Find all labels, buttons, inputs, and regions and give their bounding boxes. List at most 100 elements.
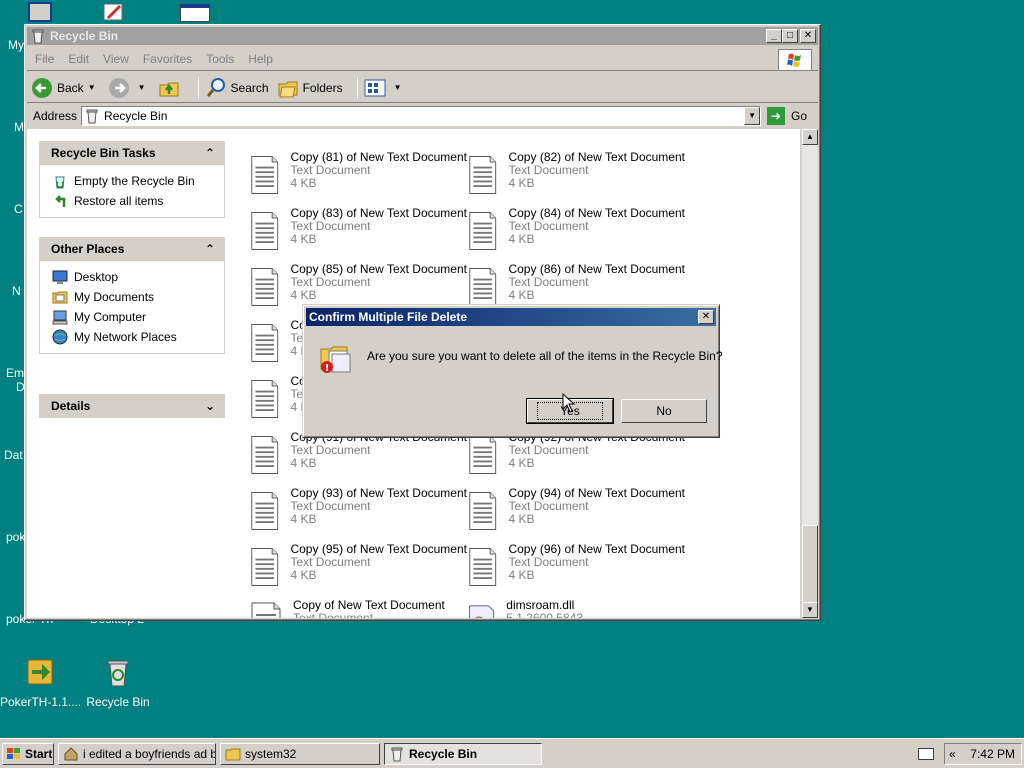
desktop-label-fragment: pok: [6, 530, 26, 544]
desktop-icon-fragment[interactable]: [28, 2, 52, 22]
panel-header[interactable]: Details ⌄: [39, 394, 225, 418]
desktop-label-fragment: Em: [6, 366, 24, 380]
file-item[interactable]: Copy (91) of New Text DocumentText Docum…: [249, 431, 467, 483]
text-document-icon: [469, 492, 497, 530]
no-button[interactable]: No: [621, 399, 707, 423]
panel-title: Recycle Bin Tasks: [51, 146, 156, 160]
folders-label: Folders: [302, 80, 343, 95]
scroll-up-button[interactable]: ▲: [802, 129, 818, 145]
menu-edit[interactable]: Edit: [68, 52, 89, 66]
collapse-chevron-icon[interactable]: ⌃: [205, 242, 215, 256]
tray-expand-icon[interactable]: «: [949, 747, 956, 761]
desktop-icon-fragment[interactable]: [180, 4, 210, 22]
file-type: 5.1.2600.5843: [506, 611, 584, 619]
confirm-delete-dialog: Confirm Multiple File Delete ✕ ! Are you…: [302, 304, 723, 438]
desktop-icon-recycle-bin[interactable]: Recycle Bin: [78, 656, 158, 709]
address-dropdown-icon[interactable]: ▼: [744, 107, 761, 125]
taskbar-item-recycle-bin[interactable]: Recycle Bin: [384, 743, 542, 765]
folders-icon: [278, 81, 298, 97]
keyboard-icon[interactable]: [918, 748, 934, 760]
task-pane: Recycle Bin Tasks ⌃ Empty the Recycle Bi…: [27, 129, 237, 618]
scroll-thumb[interactable]: [802, 525, 818, 603]
file-item[interactable]: dimsroam.dll5.1.2600.5843Key Roaming DIM…: [467, 599, 685, 618]
file-size: 4 KB: [290, 512, 317, 526]
menu-favorites[interactable]: Favorites: [143, 52, 192, 66]
forward-dropdown-icon[interactable]: ▼: [138, 83, 146, 92]
maximize-button[interactable]: □: [782, 29, 798, 43]
desktop-link[interactable]: Desktop: [52, 267, 224, 287]
file-item[interactable]: Copy (82) of New Text Document Text Docum…: [467, 151, 685, 203]
text-document-icon: [251, 268, 279, 306]
address-input[interactable]: Recycle Bin ▼: [81, 106, 762, 126]
dialog-titlebar[interactable]: Confirm Multiple File Delete ✕: [306, 308, 716, 326]
file-type: Text Document: [290, 555, 371, 569]
file-size: 4 KB: [508, 288, 535, 302]
file-item[interactable]: Copy of New Text DocumentText Document4 …: [249, 599, 467, 618]
file-item[interactable]: Copy (93) of New Text Document Text Docum…: [249, 487, 467, 539]
views-button[interactable]: ▼: [364, 79, 406, 97]
panel-header[interactable]: Other Places ⌃: [39, 237, 225, 261]
file-type: Text Document: [508, 275, 589, 289]
file-item[interactable]: Copy (94) of New Text Document Text Docum…: [467, 487, 685, 539]
clock[interactable]: 7:42 PM: [970, 747, 1015, 761]
scroll-down-button[interactable]: ▼: [802, 602, 818, 618]
text-document-icon: [251, 156, 279, 194]
taskbar-item-browser[interactable]: i edited a boyfriends ad b...: [58, 743, 216, 765]
menu-help[interactable]: Help: [248, 52, 273, 66]
search-button[interactable]: Search: [205, 77, 269, 99]
menu-view[interactable]: View: [103, 52, 129, 66]
back-dropdown-icon[interactable]: ▼: [88, 83, 96, 92]
collapse-chevron-icon[interactable]: ⌃: [205, 146, 215, 160]
taskbar: Start i edited a boyfriends ad b... syst…: [0, 738, 1024, 768]
my-documents-link[interactable]: My Documents: [52, 287, 224, 307]
minimize-button[interactable]: _: [766, 29, 782, 43]
file-item[interactable]: Copy (84) of New Text Document Text Docum…: [467, 207, 685, 259]
text-document-icon: [469, 436, 497, 474]
file-item[interactable]: Copy (81) of New Text Document Text Docum…: [249, 151, 467, 203]
dialog-close-button[interactable]: ✕: [698, 310, 714, 324]
file-item[interactable]: Copy (96) of New Text Document Text Docum…: [467, 543, 685, 595]
expand-chevron-icon[interactable]: ⌄: [205, 399, 215, 413]
dialog-title: Confirm Multiple File Delete: [309, 310, 468, 324]
menu-tools[interactable]: Tools: [206, 52, 234, 66]
close-button[interactable]: ✕: [800, 29, 816, 43]
recycle-bin-icon: [107, 660, 129, 687]
folder-icon: [225, 748, 241, 761]
file-size: 4 KB: [290, 288, 317, 302]
start-label: Start: [25, 747, 53, 761]
start-button[interactable]: Start: [2, 743, 54, 765]
file-size: 4 KB: [290, 456, 317, 470]
restore-all-link[interactable]: Restore all items: [52, 191, 224, 211]
file-item[interactable]: Copy (95) of New Text Document Text Docum…: [249, 543, 467, 595]
file-size: 4 KB: [290, 568, 317, 582]
mouse-cursor-icon: [562, 393, 576, 413]
desktop-icon: [52, 270, 68, 284]
desktop-icon-fragment[interactable]: [102, 2, 126, 22]
panel-header[interactable]: Recycle Bin Tasks ⌃: [39, 141, 225, 165]
file-item[interactable]: Copy (83) of New Text Document Text Docum…: [249, 207, 467, 259]
toolbar: Back ▼ ▼ Search Folders ▼: [27, 73, 818, 103]
my-network-places-link[interactable]: My Network Places: [52, 327, 224, 347]
go-button[interactable]: ➜ Go: [767, 107, 807, 125]
taskbar-item-system32[interactable]: system32: [220, 743, 380, 765]
folders-button[interactable]: Folders: [277, 77, 343, 99]
up-folder-button[interactable]: [158, 77, 184, 99]
forward-button[interactable]: ▼: [108, 77, 150, 99]
window-titlebar[interactable]: Recycle Bin _ □ ✕: [27, 27, 818, 45]
file-item[interactable]: Copy (92) of New Text DocumentText Docum…: [467, 431, 685, 483]
desktop-icon-pokerth[interactable]: PokerTH-1.1....: [0, 656, 80, 709]
my-computer-link[interactable]: My Computer: [52, 307, 224, 327]
up-folder-icon: [159, 82, 179, 96]
file-size: 4 KB: [508, 512, 535, 526]
forward-arrow-icon: [108, 77, 129, 98]
empty-recycle-bin-link[interactable]: Empty the Recycle Bin: [52, 171, 224, 191]
go-label: Go: [791, 109, 808, 123]
file-size: 4 KB: [508, 568, 535, 582]
vertical-scrollbar[interactable]: ▲ ▼: [802, 129, 818, 618]
menu-file[interactable]: File: [35, 52, 54, 66]
recycle-bin-tasks-panel: Recycle Bin Tasks ⌃ Empty the Recycle Bi…: [39, 141, 225, 218]
restore-icon: [55, 195, 66, 207]
desktop-label-fragment: My: [8, 38, 24, 52]
views-dropdown-icon[interactable]: ▼: [394, 83, 402, 92]
back-button[interactable]: Back ▼: [31, 77, 100, 99]
